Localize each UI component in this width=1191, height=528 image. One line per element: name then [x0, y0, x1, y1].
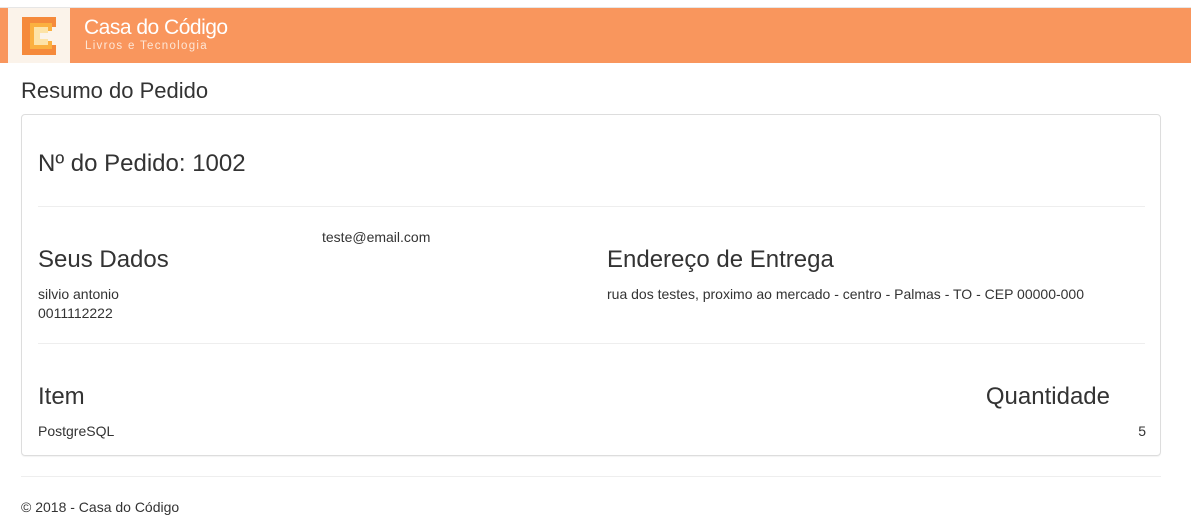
footer-divider [21, 476, 1161, 477]
browser-top-edge [0, 0, 1191, 8]
customer-phone: 0011112222 [38, 305, 113, 321]
brand-name[interactable]: Casa do Código [84, 16, 228, 40]
customer-name: silvio antonio [38, 286, 119, 302]
brand-tagline: Livros e Tecnologia [85, 40, 208, 52]
order-number: Nº do Pedido: 1002 [38, 150, 246, 177]
order-summary-panel: Nº do Pedido: 1002 teste@email.com Seus … [21, 114, 1161, 456]
quantity-column-header: Quantidade [985, 383, 1110, 410]
item-column-header: Item [38, 383, 85, 410]
item-quantity: 5 [1138, 423, 1146, 439]
divider [38, 206, 1145, 207]
customer-data-heading: Seus Dados [38, 246, 169, 273]
item-name: PostgreSQL [38, 423, 115, 439]
divider [38, 343, 1145, 344]
footer-copyright: © 2018 - Casa do Código [21, 499, 180, 515]
delivery-address: rua dos testes, proximo ao mercado - cen… [607, 286, 1084, 302]
customer-email: teste@email.com [322, 229, 431, 245]
delivery-address-heading: Endereço de Entrega [607, 246, 834, 273]
casa-do-codigo-logo-icon [22, 17, 56, 55]
brand-logo-box[interactable] [8, 8, 70, 63]
page-title: Resumo do Pedido [21, 78, 209, 103]
header-navbar: Casa do Código Livros e Tecnologia [0, 8, 1191, 63]
